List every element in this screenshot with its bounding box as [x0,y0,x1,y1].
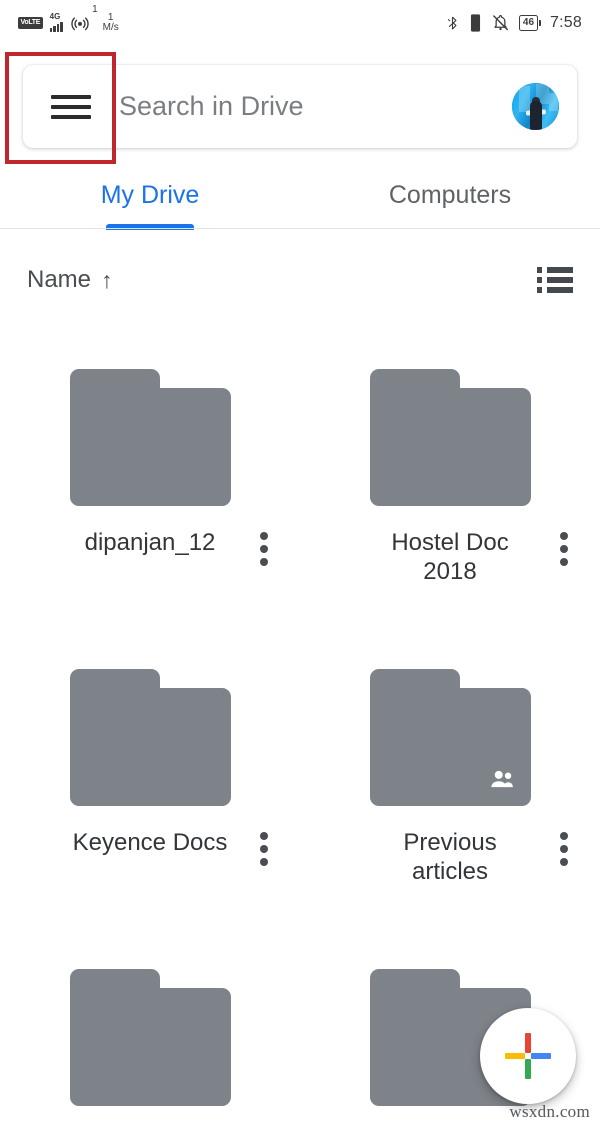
search-input[interactable] [119,91,502,122]
tab-bar: My Drive Computers [0,160,600,230]
list-view-row [537,267,573,273]
file-grid-row: Keyence Docs Previous articles [0,630,600,930]
network-type-label: 4G [49,12,61,21]
bluetooth-icon [447,16,457,30]
sort-row: Name ↑ [0,252,600,308]
file-cell[interactable]: dipanjan_12 [0,330,300,630]
search-bar[interactable] [23,65,577,148]
hamburger-line [51,114,91,119]
file-name: Previous articles [403,829,497,886]
file-name: Hostel Doc 2018 [391,529,509,586]
tab-my-drive-label: My Drive [100,180,200,209]
more-vertical-icon[interactable] [560,832,568,866]
avatar[interactable] [512,83,559,130]
status-bar: VoLTE 4G 1 1 M/s 46 7:58 [0,0,600,46]
file-label-row: Previous articles [300,828,600,887]
status-bar-left: VoLTE 4G 1 1 M/s [18,5,119,34]
watermark: wsxdn.com [509,1102,590,1121]
cellular-signal-icon: 4G [49,12,63,32]
more-vertical-icon[interactable] [260,532,268,566]
file-grid: dipanjan_12 Hostel Doc 2018 Keyence Docs [0,330,600,1128]
file-cell[interactable] [0,930,300,1128]
more-vertical-icon[interactable] [560,532,568,566]
hamburger-line [51,94,91,99]
folder-icon[interactable] [369,369,531,506]
tab-active-indicator [106,224,194,230]
file-label-row: dipanjan_12 [0,528,300,566]
list-view-icon[interactable] [537,267,573,293]
battery-level-label: 46 [518,15,539,31]
volte-icon: VoLTE [18,17,43,29]
bell-off-icon [493,15,508,31]
file-label-row: Hostel Doc 2018 [300,528,600,587]
hamburger-menu-icon[interactable] [51,92,91,122]
sort-by-name-button[interactable]: Name ↑ [27,266,113,294]
file-name: Keyence Docs [72,829,228,856]
sort-label: Name [27,266,92,293]
file-cell[interactable]: Previous articles [300,630,600,930]
tab-computers[interactable]: Computers [300,160,600,230]
battery-cap [539,20,542,26]
avatar-detail [549,93,558,111]
tab-bar-divider [0,228,600,229]
file-name: dipanjan_12 [84,529,216,556]
folder-icon[interactable] [69,969,231,1106]
tab-my-drive[interactable]: My Drive [0,160,300,230]
folder-icon[interactable] [369,669,531,806]
create-new-button[interactable] [480,1008,576,1104]
status-bar-clock: 7:58 [550,14,582,31]
avatar-figure [530,101,542,130]
vibrate-icon [470,14,480,32]
hamburger-line [51,104,91,109]
file-cell[interactable]: Hostel Doc 2018 [300,330,600,630]
shared-folder-icon [490,770,513,788]
tab-computers-label: Computers [388,180,512,209]
plus-icon [505,1033,551,1079]
list-view-row [537,287,573,293]
file-cell[interactable]: Keyence Docs [0,630,300,930]
file-grid-row: dipanjan_12 Hostel Doc 2018 [0,330,600,630]
avatar-detail [519,86,530,112]
status-bar-right: 46 7:58 [445,13,582,33]
battery-icon: 46 [518,15,542,31]
more-vertical-icon[interactable] [260,832,268,866]
sort-ascending-arrow-icon: ↑ [101,266,113,293]
signal-bars [49,22,63,32]
network-speed-unit: M/s [102,22,119,33]
network-speed-indicator: 1 M/s [102,12,119,34]
hotspot-count-label: 1 [92,4,98,15]
list-view-row [537,277,573,283]
hotspot-icon: 1 [70,5,98,33]
folder-icon[interactable] [69,369,231,506]
file-label-row: Keyence Docs [0,828,300,866]
folder-icon[interactable] [69,669,231,806]
